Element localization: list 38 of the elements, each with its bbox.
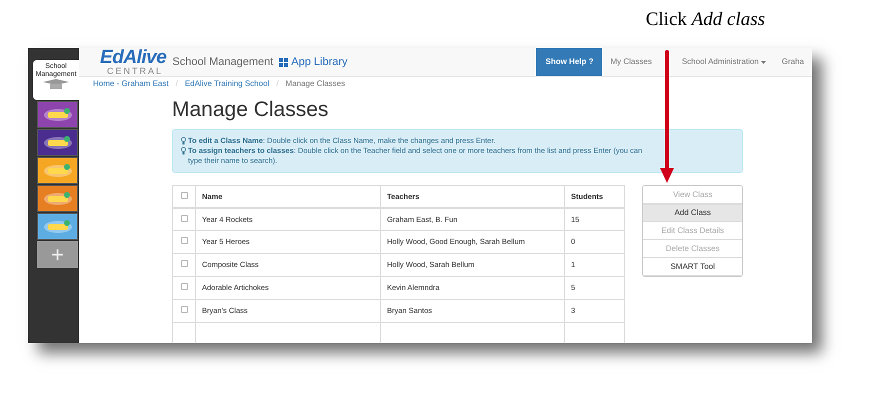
app-logo-icon [42, 190, 72, 206]
add-app-button[interactable]: + [37, 241, 78, 268]
app-logo-icon [42, 162, 72, 178]
checkbox[interactable] [180, 306, 188, 314]
breadcrumb-separator: / [174, 78, 179, 90]
app-tile[interactable] [37, 101, 78, 128]
action-button[interactable]: Add Class [643, 204, 742, 222]
logo-subtext: CENTRAL [107, 67, 164, 76]
app-tile[interactable] [37, 157, 78, 184]
nav-link[interactable]: Graha [774, 48, 812, 76]
breadcrumb-link[interactable]: EdAlive Training School [184, 78, 270, 90]
breadcrumb-current: Manage Classes [286, 78, 346, 90]
caption: Click Add class [646, 8, 765, 32]
lightbulb-icon [181, 147, 186, 155]
checkbox[interactable] [180, 214, 188, 222]
app-tile[interactable] [37, 185, 78, 212]
breadcrumb-separator: / [275, 78, 280, 90]
app-tile[interactable] [37, 129, 78, 156]
graduation-cap-icon [43, 79, 69, 89]
app-logo-icon [42, 134, 72, 150]
nav-dropdown[interactable]: School Administration [674, 48, 774, 76]
show-help-button[interactable]: Show Help ? [536, 48, 602, 76]
app-logo-icon [42, 218, 72, 234]
nav-link[interactable]: My Classes [602, 48, 660, 76]
grid-icon [279, 58, 288, 66]
app-title: School Management [172, 54, 274, 70]
checkbox[interactable] [180, 237, 188, 244]
caret-icon [760, 60, 766, 64]
app-tile[interactable] [37, 213, 78, 240]
breadcrumb-link[interactable]: Home - Graham East [93, 78, 169, 90]
app-logo-icon [42, 106, 72, 122]
lightbulb-icon [181, 137, 186, 145]
checkbox[interactable] [180, 192, 188, 199]
page-title: Manage Classes [172, 99, 330, 120]
logo-text: EdAlive [100, 48, 166, 67]
app-library-link[interactable]: App Library [279, 54, 348, 70]
checkbox[interactable] [180, 283, 188, 290]
checkbox[interactable] [180, 260, 188, 268]
